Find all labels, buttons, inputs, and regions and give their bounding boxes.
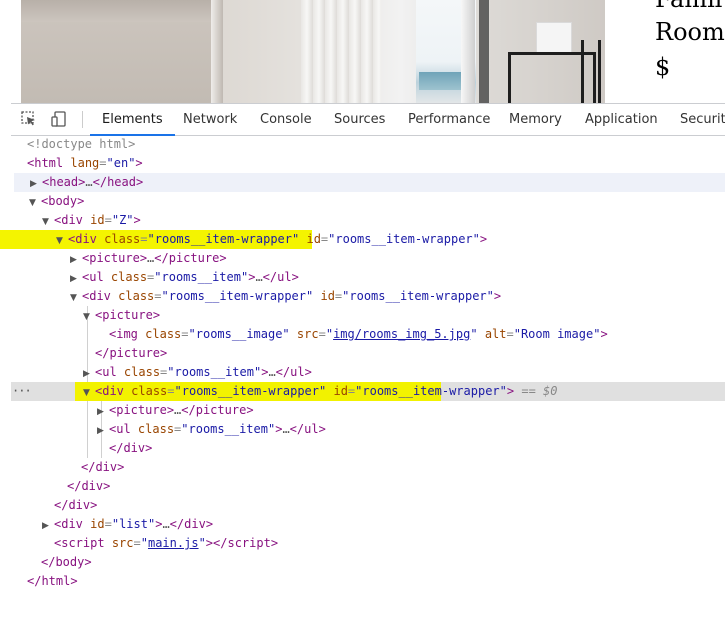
tree-row-ul-1[interactable]: ▶ <ul class="rooms__item">…</ul>	[0, 268, 725, 287]
tree-row-img[interactable]: <img class="rooms__image" src="img/rooms…	[0, 325, 725, 344]
tree-row-div-close-2[interactable]: </div>	[0, 458, 725, 477]
tree-row-div-z[interactable]: ▼ <div id="Z">	[0, 211, 725, 230]
tree-row-head[interactable]: ▶ <head>…</head>	[14, 173, 725, 192]
tree-row-doctype[interactable]: <!doctype html>	[0, 135, 725, 154]
toolbar-separator	[82, 111, 83, 128]
inspect-element-icon[interactable]	[20, 110, 38, 128]
tree-row-div-close-3[interactable]: </div>	[0, 477, 725, 496]
tree-row-wrapper-selected[interactable]: ··· ▼ <div class="rooms__item-wrapper" id…	[11, 382, 725, 401]
script-src-link[interactable]: main.js	[148, 536, 199, 550]
tree-row-ul-2[interactable]: ▶ <ul class="rooms__item">…</ul>	[0, 363, 725, 382]
dom-tree: <!doctype html> <html lang="en"> ▶ <head>…	[0, 135, 725, 591]
tree-row-picture-1[interactable]: ▶ <picture>…</picture>	[0, 249, 725, 268]
tab-console[interactable]: Console	[260, 104, 312, 135]
photo-panel-top	[21, 0, 223, 22]
more-options-icon[interactable]: ···	[12, 382, 32, 401]
photo-curtain	[301, 0, 381, 103]
photo-lamp-stand-back	[581, 40, 601, 103]
room-photo	[21, 0, 605, 103]
tree-row-html[interactable]: <html lang="en">	[0, 154, 725, 173]
tree-row-div-list[interactable]: ▶ <div id="list">…</div>	[0, 515, 725, 534]
doctype-node: <!doctype html>	[27, 137, 136, 151]
tab-security[interactable]: Security	[680, 104, 725, 135]
page-heading-text: Famil	[655, 0, 722, 14]
tab-elements[interactable]: Elements	[90, 104, 175, 136]
tree-row-script[interactable]: <script src="main.js"></script>	[0, 534, 725, 553]
page-price-text: $	[655, 53, 671, 81]
tree-row-body[interactable]: ▼ <body>	[0, 192, 725, 211]
photo-door-frame	[461, 0, 475, 103]
tree-row-div-close-1[interactable]: </div>	[0, 439, 725, 458]
devtools-toolbar: Elements Network Console Sources Perform…	[11, 103, 725, 136]
tree-row-div-close-4[interactable]: </div>	[0, 496, 725, 515]
photo-door-frame-dark	[479, 0, 489, 103]
tree-row-body-close[interactable]: </body>	[0, 553, 725, 572]
tree-row-html-close[interactable]: </html>	[0, 572, 725, 591]
page-room-text: Room	[655, 18, 725, 46]
tree-row-wrapper-2[interactable]: ▼ <div class="rooms__item-wrapper" id="ro…	[0, 287, 725, 306]
tree-row-wrapper-1[interactable]: ▼ <div class="rooms__item-wrapper" id="ro…	[0, 230, 725, 249]
img-src-link[interactable]: img/rooms_img_5.jpg	[333, 327, 470, 341]
tab-application[interactable]: Application	[585, 104, 658, 135]
device-toolbar-icon[interactable]	[50, 110, 68, 128]
photo-panel-edge	[211, 0, 223, 103]
tree-row-picture-3[interactable]: ▶ <picture>…</picture>	[0, 401, 725, 420]
tree-row-picture-close[interactable]: </picture>	[0, 344, 725, 363]
tab-sources[interactable]: Sources	[334, 104, 385, 135]
tab-memory[interactable]: Memory	[509, 104, 562, 135]
page-preview: Famil Room $	[0, 0, 725, 103]
tab-performance[interactable]: Performance	[408, 104, 490, 135]
tree-row-picture-2[interactable]: ▼ <picture>	[0, 306, 725, 325]
tree-row-ul-3[interactable]: ▶ <ul class="rooms__item">…</ul>	[0, 420, 725, 439]
tab-network[interactable]: Network	[183, 104, 237, 135]
photo-lamp-shade	[536, 22, 572, 54]
selected-node-marker: == $0	[521, 384, 558, 398]
